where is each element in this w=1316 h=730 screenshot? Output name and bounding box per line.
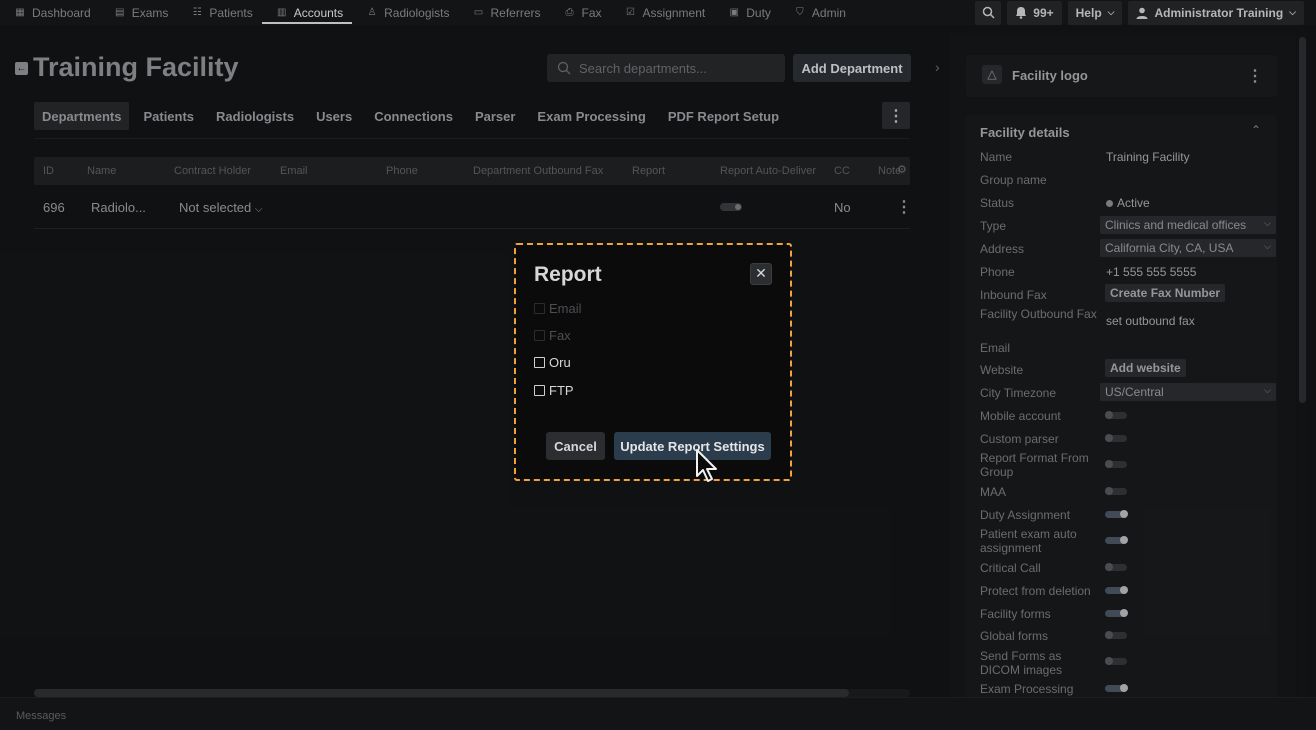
report-option-ftp[interactable]: FTP bbox=[534, 383, 574, 398]
modal-title: Report bbox=[534, 263, 602, 286]
checkbox[interactable] bbox=[534, 385, 545, 396]
cancel-button[interactable]: Cancel bbox=[546, 432, 605, 460]
update-report-settings-button[interactable]: Update Report Settings bbox=[614, 432, 771, 460]
close-icon[interactable]: ✕ bbox=[750, 263, 772, 285]
option-label: Oru bbox=[549, 355, 571, 370]
option-label: FTP bbox=[549, 383, 574, 398]
report-option-fax: Fax bbox=[534, 328, 571, 343]
checkbox bbox=[534, 330, 545, 341]
mouse-pointer-icon bbox=[696, 449, 717, 482]
option-label: Fax bbox=[549, 328, 571, 343]
report-option-oru[interactable]: Oru bbox=[534, 355, 571, 370]
checkbox[interactable] bbox=[534, 357, 545, 368]
option-label: Email bbox=[549, 301, 582, 316]
checkbox bbox=[534, 303, 545, 314]
report-option-email: Email bbox=[534, 301, 582, 316]
report-modal: Report ✕ Email Fax Oru FTP Cancel Update… bbox=[516, 245, 790, 479]
